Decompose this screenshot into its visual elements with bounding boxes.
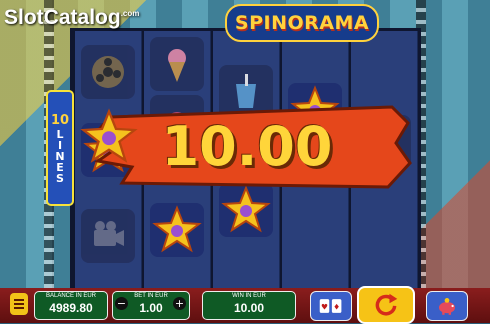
spin-arrow-icon xyxy=(375,293,398,316)
svg-text:♦: ♦ xyxy=(333,302,340,311)
menu-icon[interactable] xyxy=(10,293,28,315)
watermark-suffix: .com xyxy=(120,9,140,18)
game-logo: SPINORAMA xyxy=(225,4,379,42)
lines-label: LINES xyxy=(53,128,67,183)
balance-caption: BALANCE IN EUR xyxy=(45,293,96,299)
spin-button[interactable] xyxy=(357,286,415,324)
lines-count: 10 xyxy=(50,113,70,128)
win-panel: WIN IN EUR 10.00 xyxy=(202,291,296,320)
win-value: 10.00 xyxy=(233,301,265,315)
lines-indicator: 10 LINES xyxy=(46,90,74,206)
balance-value: 4989.80 xyxy=(49,301,93,315)
gamble-button[interactable]: ♥ ♦ xyxy=(310,291,352,321)
win-amount: 10.00 xyxy=(161,114,333,178)
film-reel-symbol xyxy=(81,45,135,99)
watermark-brand-right: Catalog xyxy=(43,6,121,29)
watermark-brand-left: Slot xyxy=(4,6,44,29)
svg-text:♥: ♥ xyxy=(321,302,328,311)
star-symbol xyxy=(219,183,273,237)
autoplay-button[interactable] xyxy=(426,291,468,321)
game-title: SPINORAMA xyxy=(234,12,370,34)
balance-panel: BALANCE IN EUR 4989.80 xyxy=(34,291,108,320)
piggy-bank-icon xyxy=(439,298,455,315)
bet-increase-button[interactable]: + xyxy=(173,297,186,310)
win-caption: WIN IN EUR xyxy=(232,293,266,299)
star-symbol xyxy=(150,203,204,257)
cards-icon: ♥ ♦ xyxy=(319,299,342,313)
bet-decrease-button[interactable]: − xyxy=(115,297,128,310)
watermark: SlotCatalog.com xyxy=(4,6,139,30)
camera-symbol xyxy=(81,209,135,263)
ice-cream-symbol xyxy=(150,37,204,91)
